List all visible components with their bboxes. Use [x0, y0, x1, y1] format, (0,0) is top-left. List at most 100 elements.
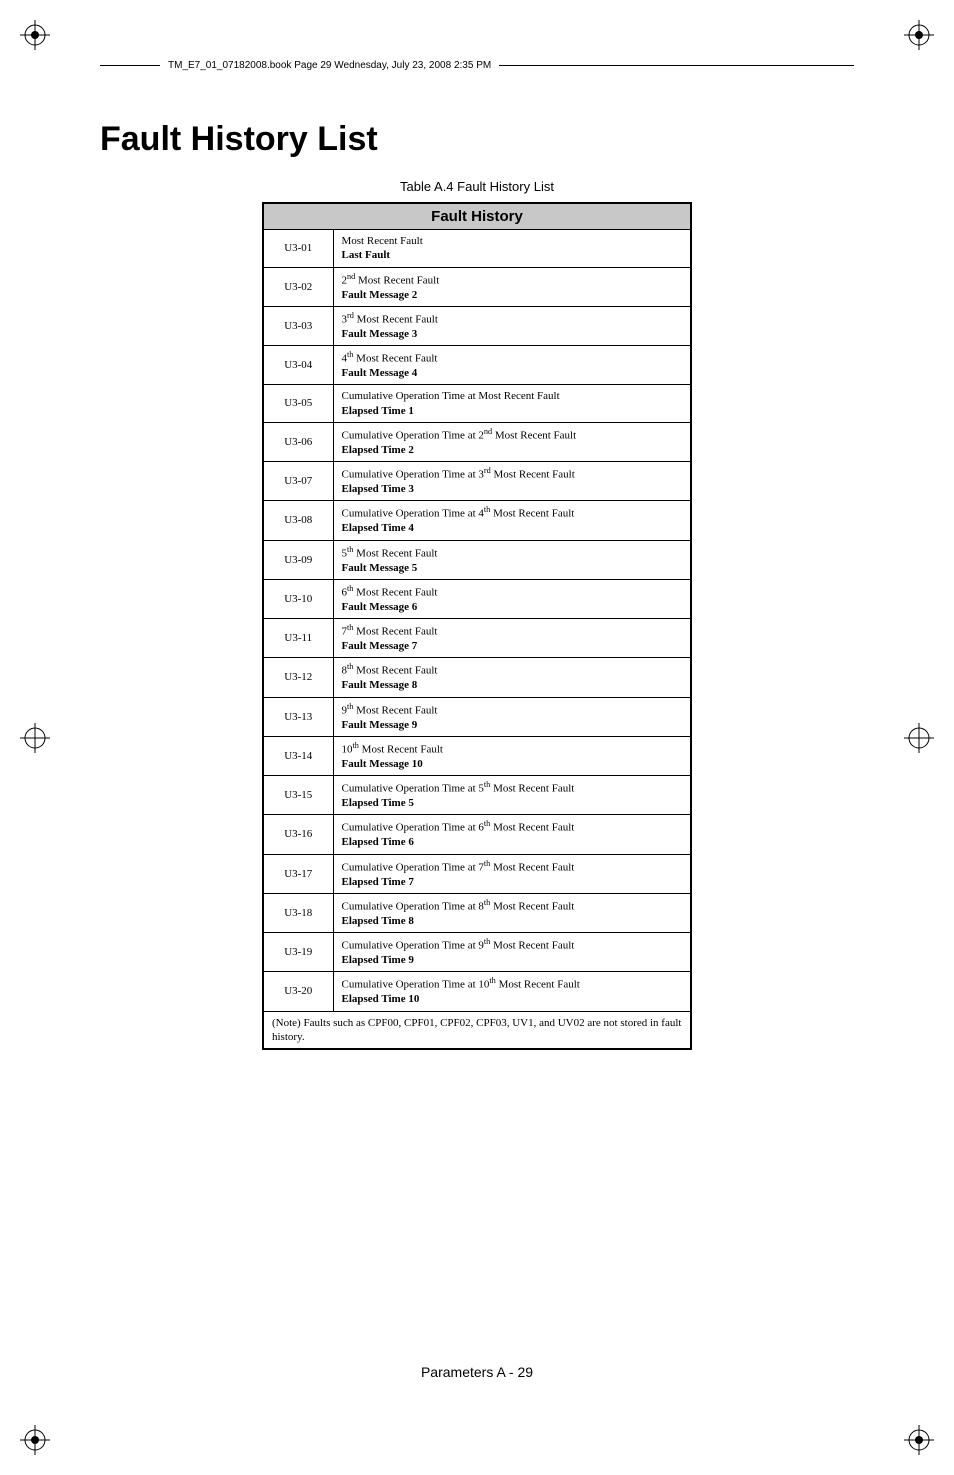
table-row: U3-07 Cumulative Operation Time at 3rd Mo… — [263, 462, 691, 501]
fault-description-line2: Elapsed Time 8 — [342, 914, 683, 928]
fault-history-table: Fault History U3-01Most Recent FaultLast… — [262, 202, 692, 1050]
fault-code: U3-03 — [263, 306, 333, 345]
fault-code: U3-10 — [263, 579, 333, 618]
fault-description-line2: Elapsed Time 10 — [342, 992, 683, 1006]
fault-code: U3-01 — [263, 230, 333, 268]
fault-description-line1: 8th Most Recent Fault — [342, 662, 683, 678]
table-row: U3-106th Most Recent FaultFault Message … — [263, 579, 691, 618]
fault-description-line2: Fault Message 6 — [342, 600, 683, 614]
fault-description-line2: Elapsed Time 6 — [342, 835, 683, 849]
table-row: U3-06 Cumulative Operation Time at 2nd Mo… — [263, 422, 691, 461]
fault-code: U3-05 — [263, 385, 333, 423]
fault-description-line1: Cumulative Operation Time at 10th Most R… — [342, 976, 683, 992]
fault-code: U3-17 — [263, 854, 333, 893]
fault-description-line1: Cumulative Operation Time at 6th Most Re… — [342, 819, 683, 835]
fault-description: 10th Most Recent FaultFault Message 10 — [333, 736, 691, 775]
fault-description: Cumulative Operation Time at 7th Most Re… — [333, 854, 691, 893]
fault-code: U3-07 — [263, 462, 333, 501]
fault-code: U3-20 — [263, 972, 333, 1011]
fault-code: U3-19 — [263, 933, 333, 972]
fault-code: U3-16 — [263, 815, 333, 854]
fault-description-line1: Cumulative Operation Time at 4th Most Re… — [342, 505, 683, 521]
table-row: U3-02 2nd Most Recent FaultFault Message … — [263, 267, 691, 306]
fault-description-line1: Cumulative Operation Time at 5th Most Re… — [342, 780, 683, 796]
crop-mark-icon — [904, 20, 934, 50]
fault-code: U3-13 — [263, 697, 333, 736]
table-row: U3-095th Most Recent FaultFault Message … — [263, 540, 691, 579]
fault-description-line2: Elapsed Time 1 — [342, 404, 683, 418]
table-row: U3-128th Most Recent FaultFault Message … — [263, 658, 691, 697]
fault-description-line1: Cumulative Operation Time at Most Recent… — [342, 389, 683, 403]
fault-description-line1: Cumulative Operation Time at 7th Most Re… — [342, 859, 683, 875]
fault-description: Cumulative Operation Time at Most Recent… — [333, 385, 691, 423]
fault-description: Cumulative Operation Time at 4th Most Re… — [333, 501, 691, 540]
table-caption: Table A.4 Fault History List — [100, 179, 854, 194]
fault-description-line1: 5th Most Recent Fault — [342, 545, 683, 561]
fault-description-line2: Elapsed Time 9 — [342, 953, 683, 967]
fault-description: 5th Most Recent FaultFault Message 5 — [333, 540, 691, 579]
fault-description: Most Recent FaultLast Fault — [333, 230, 691, 268]
table-row: U3-16 Cumulative Operation Time at 6th Mo… — [263, 815, 691, 854]
fault-description: 8th Most Recent FaultFault Message 8 — [333, 658, 691, 697]
fault-description-line2: Fault Message 2 — [342, 288, 683, 302]
fault-code: U3-06 — [263, 422, 333, 461]
fault-description: Cumulative Operation Time at 10th Most R… — [333, 972, 691, 1011]
fault-description: 3rd Most Recent FaultFault Message 3 — [333, 306, 691, 345]
fault-description: 4th Most Recent FaultFault Message 4 — [333, 346, 691, 385]
fault-description-line1: 2nd Most Recent Fault — [342, 272, 683, 288]
table-row: U3-117th Most Recent FaultFault Message … — [263, 619, 691, 658]
fault-description-line2: Fault Message 4 — [342, 366, 683, 380]
fault-description: 6th Most Recent FaultFault Message 6 — [333, 579, 691, 618]
table-row: U3-044th Most Recent FaultFault Message … — [263, 346, 691, 385]
table-header: Fault History — [263, 203, 691, 230]
fault-code: U3-14 — [263, 736, 333, 775]
table-row: U3-20 Cumulative Operation Time at 10th M… — [263, 972, 691, 1011]
fault-description-line2: Elapsed Time 3 — [342, 482, 683, 496]
table-row: U3-18Cumulative Operation Time at 8th Mo… — [263, 893, 691, 932]
fault-description-line2: Fault Message 5 — [342, 561, 683, 575]
table-row: U3-1410th Most Recent FaultFault Message… — [263, 736, 691, 775]
fault-description-line2: Elapsed Time 5 — [342, 796, 683, 810]
fault-code: U3-04 — [263, 346, 333, 385]
fault-description-line1: 7th Most Recent Fault — [342, 623, 683, 639]
fault-description: 7th Most Recent FaultFault Message 7 — [333, 619, 691, 658]
fault-description: Cumulative Operation Time at 3rd Most Re… — [333, 462, 691, 501]
table-row: U3-139th Most Recent FaultFault Message … — [263, 697, 691, 736]
fault-description-line1: 4th Most Recent Fault — [342, 350, 683, 366]
fault-description: Cumulative Operation Time at 5th Most Re… — [333, 776, 691, 815]
fault-description: Cumulative Operation Time at 6th Most Re… — [333, 815, 691, 854]
fault-description: 9th Most Recent FaultFault Message 9 — [333, 697, 691, 736]
fault-description-line2: Fault Message 10 — [342, 757, 683, 771]
fault-description-line2: Fault Message 9 — [342, 718, 683, 732]
fault-description-line2: Elapsed Time 7 — [342, 875, 683, 889]
fault-description-line1: 6th Most Recent Fault — [342, 584, 683, 600]
fault-description-line1: 10th Most Recent Fault — [342, 741, 683, 757]
table-row: U3-19 Cumulative Operation Time at 9th Mo… — [263, 933, 691, 972]
fault-description-line2: Fault Message 8 — [342, 678, 683, 692]
table-row: U3-033rd Most Recent FaultFault Message … — [263, 306, 691, 345]
fault-description-line1: 9th Most Recent Fault — [342, 702, 683, 718]
fault-description-line1: Cumulative Operation Time at 3rd Most Re… — [342, 466, 683, 482]
crop-mark-icon — [20, 723, 50, 753]
table-row: U3-15 Cumulative Operation Time at 5th Mo… — [263, 776, 691, 815]
table-note-row: (Note) Faults such as CPF00, CPF01, CPF0… — [263, 1011, 691, 1049]
fault-description-line2: Elapsed Time 4 — [342, 521, 683, 535]
crop-mark-icon — [904, 1425, 934, 1455]
fault-code: U3-02 — [263, 267, 333, 306]
fault-description-line1: Most Recent Fault — [342, 234, 683, 248]
fault-description-line1: 3rd Most Recent Fault — [342, 311, 683, 327]
crop-mark-icon — [20, 1425, 50, 1455]
fault-code: U3-18 — [263, 893, 333, 932]
fault-description: Cumulative Operation Time at 2nd Most Re… — [333, 422, 691, 461]
header-text: TM_E7_01_07182008.book Page 29 Wednesday… — [168, 60, 491, 71]
fault-description: Cumulative Operation Time at 9th Most Re… — [333, 933, 691, 972]
fault-description-line2: Last Fault — [342, 248, 683, 262]
table-row: U3-05 Cumulative Operation Time at Most R… — [263, 385, 691, 423]
fault-code: U3-15 — [263, 776, 333, 815]
fault-code: U3-08 — [263, 501, 333, 540]
fault-description-line1: Cumulative Operation Time at 9th Most Re… — [342, 937, 683, 953]
fault-description-line1: Cumulative Operation Time at 2nd Most Re… — [342, 427, 683, 443]
crop-mark-icon — [904, 723, 934, 753]
fault-code: U3-09 — [263, 540, 333, 579]
table-row: U3-01Most Recent FaultLast Fault — [263, 230, 691, 268]
